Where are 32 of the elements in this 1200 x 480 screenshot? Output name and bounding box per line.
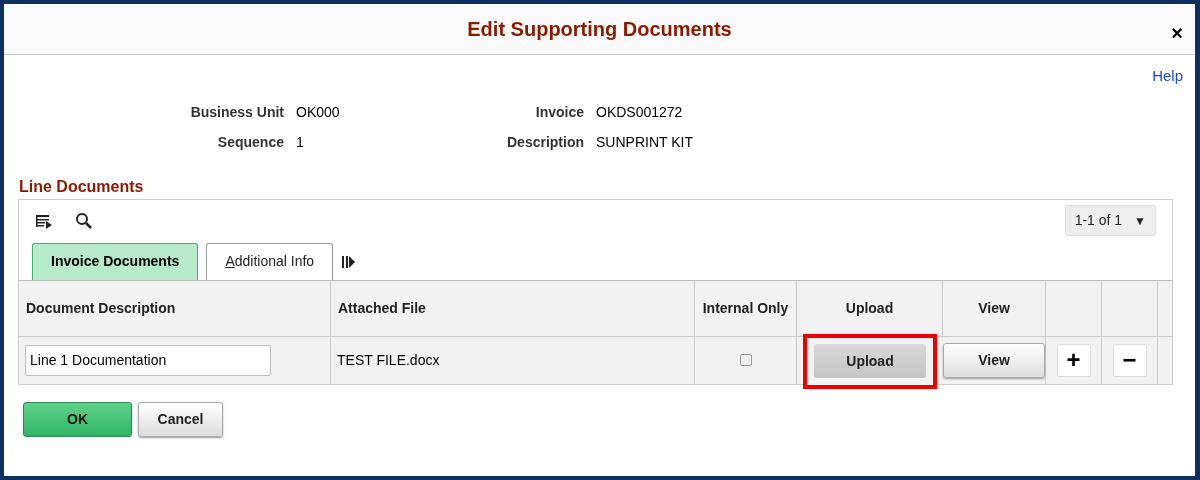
field-label: Description <box>506 132 584 152</box>
section-title: Line Documents <box>19 177 144 195</box>
column-header: Document Description <box>26 298 176 318</box>
help-link[interactable]: Help <box>1152 65 1183 88</box>
description-input[interactable]: Line 1 Documentation <box>25 344 271 376</box>
internal-only-checkbox[interactable] <box>739 354 752 366</box>
field-label: Invoice <box>534 102 584 122</box>
view-button[interactable]: View <box>943 342 1045 378</box>
add-row-button[interactable]: + <box>1056 343 1091 377</box>
field-value: OKDS001272 <box>596 102 683 122</box>
field-label: Sequence <box>216 132 284 152</box>
ok-button[interactable]: OK <box>23 401 132 437</box>
column-header: View <box>978 298 1010 318</box>
field-value: OK000 <box>296 102 340 122</box>
column-header: Internal Only <box>702 298 789 318</box>
window-title: Edit Supporting Documents <box>467 17 732 42</box>
column-header: Upload <box>845 298 894 318</box>
tab[interactable]: Invoice Documents <box>32 242 199 280</box>
field-value: 1 <box>296 132 304 152</box>
close-button[interactable]: × <box>1171 18 1183 48</box>
delete-row-button[interactable]: − <box>1112 343 1147 377</box>
cancel-button[interactable]: Cancel <box>138 401 223 437</box>
search-icon[interactable] <box>75 211 93 230</box>
upload-button[interactable]: Upload <box>814 344 926 378</box>
pager-dropdown[interactable]: 1-1 of 1 ▼ <box>1064 205 1156 236</box>
expand-tabs-icon[interactable] <box>341 255 356 268</box>
field-value: SUNPRINT KIT <box>596 132 693 152</box>
column-header: Attached File <box>338 298 426 318</box>
table-cell-text: TEST FILE.docx <box>337 350 440 370</box>
tab[interactable]: Additional Info <box>206 242 334 280</box>
field-label: Business Unit <box>189 102 284 122</box>
grid-view-icon[interactable] <box>35 212 53 229</box>
